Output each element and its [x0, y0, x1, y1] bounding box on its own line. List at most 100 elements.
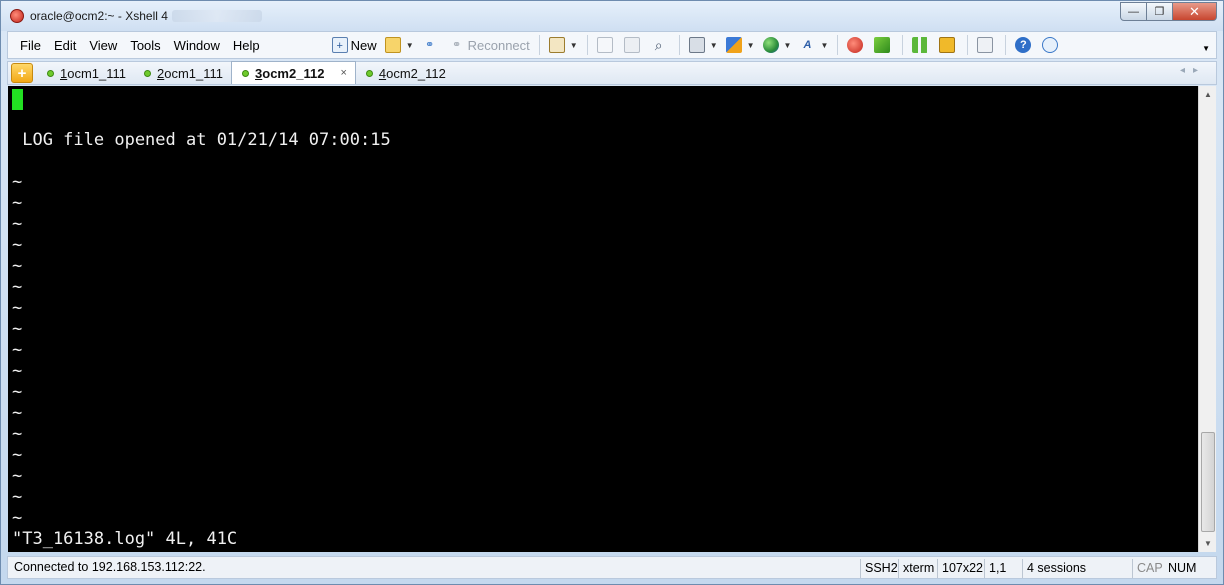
chevron-down-icon[interactable]: ▼ [406, 41, 414, 50]
tab-close-icon[interactable]: × [340, 67, 346, 79]
toolbar-separator [538, 35, 540, 55]
menu-tools[interactable]: Tools [124, 38, 166, 53]
cursor-position-status: 1,1 [984, 559, 1006, 578]
vim-empty-line-tilde: ~ [12, 256, 23, 276]
close-button[interactable]: ✕ [1173, 2, 1217, 21]
tab-2[interactable]: 2 ocm1_111 [134, 63, 231, 84]
scroll-down-icon[interactable]: ▼ [1199, 535, 1217, 552]
xshell-window: oracle@ocm2:~ - Xshell 4 — ❐ ✕ File Edit… [0, 0, 1224, 585]
terminal-cursor [12, 89, 23, 110]
menu-edit[interactable]: Edit [48, 38, 82, 53]
add-session-button[interactable]: + [11, 63, 33, 83]
terminal-screen[interactable]: LOG file opened at 01/21/14 07:00:15 "T3… [8, 86, 1198, 552]
tab-number: 1 [60, 66, 68, 81]
connected-status-icon [365, 70, 373, 77]
num-lock-status: NUM [1168, 561, 1197, 575]
keyboard-button[interactable] [974, 34, 999, 56]
copy-icon [596, 37, 613, 53]
connected-status-icon [47, 70, 54, 77]
scroll-up-icon[interactable]: ▲ [1199, 86, 1217, 103]
toolbar-separator [586, 35, 588, 55]
xshell-button[interactable] [844, 34, 869, 56]
caps-lock-status: CAP [1132, 559, 1163, 578]
terminal-scrollbar[interactable]: ▲ ▼ [1198, 86, 1216, 552]
help-button[interactable]: ? [1012, 34, 1037, 56]
font-button[interactable]: A ▼ [796, 34, 831, 56]
terminal-size-status: 107x22 [937, 559, 983, 578]
tab-1[interactable]: 1 ocm1_111 [37, 63, 134, 84]
transfer-button[interactable]: ▼ [723, 34, 758, 56]
window-title: oracle@ocm2:~ - Xshell 4 [30, 9, 168, 23]
find-button[interactable]: ⌕ [648, 34, 673, 56]
connected-status-icon [242, 69, 250, 77]
new-session-label: New [350, 37, 377, 53]
status-bar: Connected to 192.168.153.112:22. SSH2 xt… [7, 556, 1217, 579]
maximize-icon: ❐ [1154, 6, 1165, 18]
maximize-button[interactable]: ❐ [1147, 2, 1173, 21]
tab-number: 3 [255, 65, 263, 81]
chat-button[interactable] [1039, 34, 1064, 56]
paste-button[interactable] [621, 34, 646, 56]
chevron-down-icon[interactable]: ▼ [820, 41, 828, 50]
window-controls: — ❐ ✕ [1120, 2, 1217, 21]
xftp-button[interactable] [871, 34, 896, 56]
sessions-count-status: 4 sessions [1022, 559, 1086, 578]
globe-icon [762, 37, 779, 53]
disconnect-button[interactable]: ⚭ [419, 34, 444, 56]
reconnect-icon: ⚭ [452, 39, 462, 51]
xshell-app-icon[interactable] [10, 9, 24, 23]
toolbar-separator [837, 35, 839, 55]
lock-button[interactable] [936, 34, 961, 56]
toolbar-separator [967, 35, 969, 55]
minimize-button[interactable]: — [1120, 2, 1147, 21]
menu-window[interactable]: Window [168, 38, 226, 53]
vim-empty-line-tilde: ~ [12, 403, 23, 423]
lock-icon [939, 37, 956, 53]
vim-empty-line-tilde: ~ [12, 382, 23, 402]
chevron-down-icon[interactable]: ▼ [747, 41, 755, 50]
tab-3[interactable]: 3 ocm2_112 × [231, 61, 356, 84]
tab-4[interactable]: 4 ocm2_112 [356, 63, 454, 84]
tab-scroll-arrows[interactable]: ◂▸ [1180, 65, 1206, 76]
properties-icon [548, 37, 565, 53]
properties-button[interactable]: ▼ [546, 34, 581, 56]
session-tab-bar: + 1 ocm1_111 2 ocm1_111 3 ocm2_112 × 4 o… [7, 61, 1217, 85]
vim-empty-line-tilde: ~ [12, 508, 23, 528]
copy-button[interactable] [594, 34, 619, 56]
reconnect-button[interactable]: ⚭ Reconnect [446, 34, 533, 56]
xshell-icon [847, 37, 864, 53]
vim-empty-line-tilde: ~ [12, 193, 23, 213]
new-session-button[interactable]: + New [329, 34, 380, 56]
menu-view[interactable]: View [83, 38, 123, 53]
font-icon: A [803, 39, 812, 51]
chevron-down-icon[interactable]: ▼ [710, 41, 718, 50]
search-icon: ⌕ [654, 37, 663, 53]
tab-label: ocm1_111 [164, 66, 224, 81]
vim-empty-line-tilde: ~ [12, 277, 23, 297]
link-icon: ⚭ [425, 39, 435, 51]
print-button[interactable]: ▼ [686, 34, 721, 56]
menu-file[interactable]: File [14, 38, 47, 53]
connection-status: Connected to 192.168.153.112:22. [14, 560, 206, 574]
vim-empty-line-tilde: ~ [12, 361, 23, 381]
menu-help[interactable]: Help [227, 38, 266, 53]
toolbar-separator [678, 35, 680, 55]
transfer-icon [725, 37, 742, 53]
tab-number: 4 [378, 66, 387, 81]
tab-label: ocm2_112 [386, 66, 446, 81]
vim-empty-line-tilde: ~ [12, 319, 23, 339]
chevron-down-icon[interactable]: ▼ [784, 41, 792, 50]
tab-label: ocm1_111 [67, 66, 127, 81]
globe-button[interactable]: ▼ [760, 34, 795, 56]
log-line: LOG file opened at 01/21/14 07:00:15 [12, 130, 391, 150]
tab-label: ocm2_112 [262, 65, 325, 81]
title-bar[interactable]: oracle@ocm2:~ - Xshell 4 — ❐ ✕ [1, 1, 1223, 31]
xftp-icon [874, 37, 891, 53]
reconnect-label: Reconnect [467, 37, 530, 53]
open-folder-button[interactable]: ▼ [382, 34, 417, 56]
scrollbar-thumb[interactable] [1201, 432, 1215, 532]
layout-button[interactable] [909, 34, 934, 56]
new-session-icon: + [331, 37, 348, 53]
toolbar-overflow-icon[interactable]: ▼ [1202, 44, 1210, 53]
chevron-down-icon[interactable]: ▼ [570, 41, 578, 50]
